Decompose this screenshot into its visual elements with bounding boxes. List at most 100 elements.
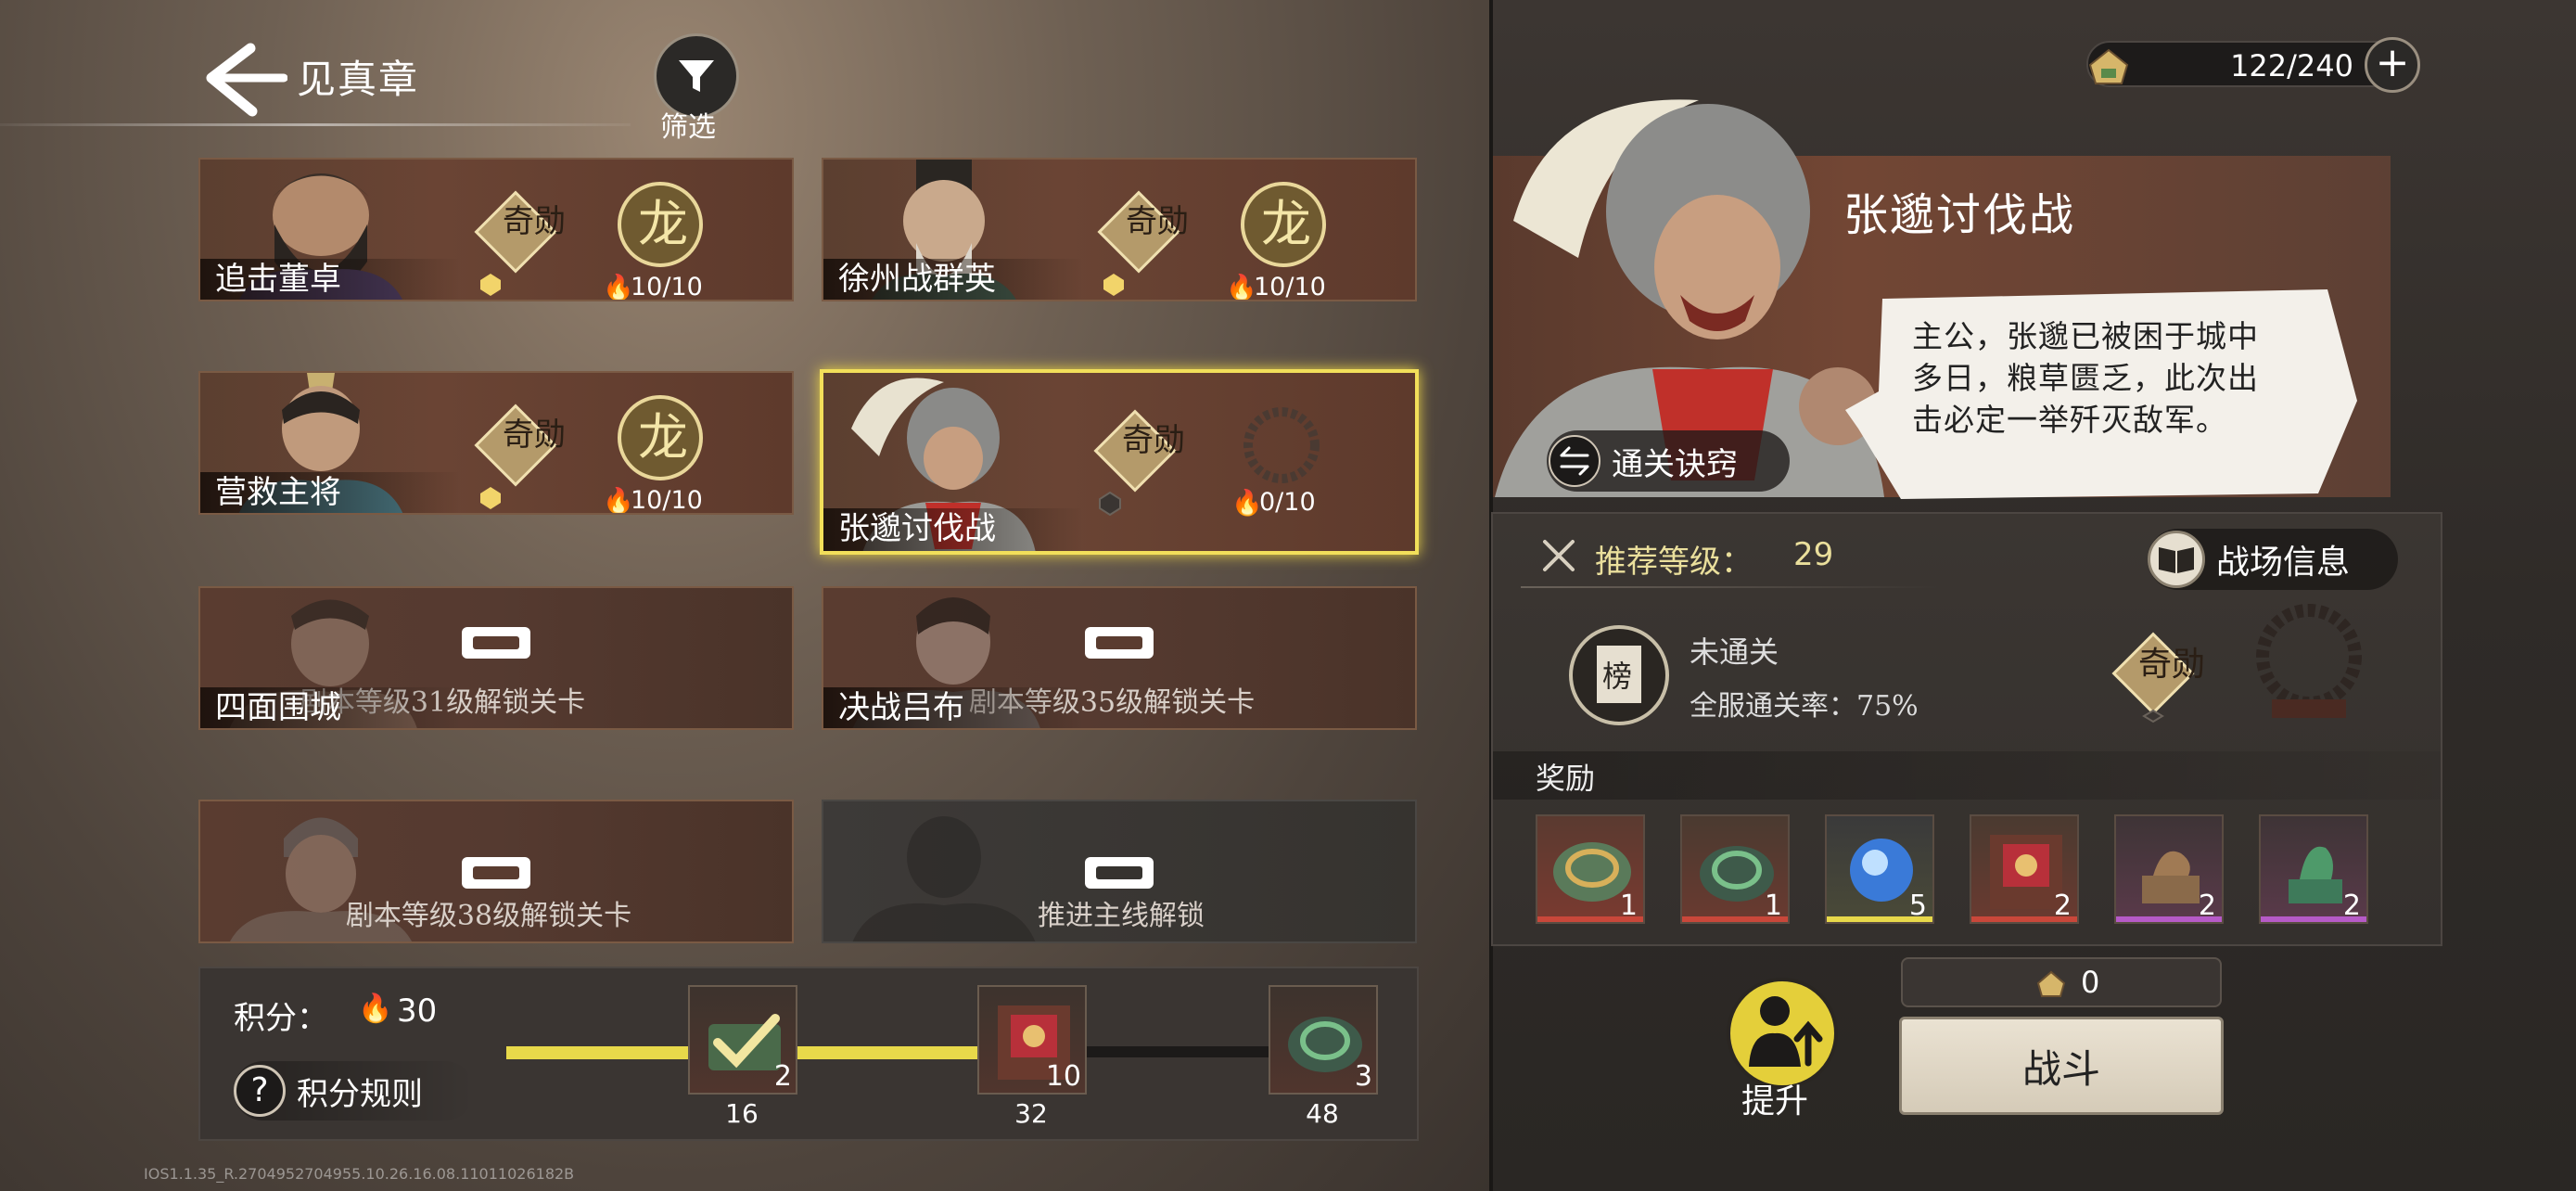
fire-progress: 10/10	[631, 273, 703, 301]
reward-item-6[interactable]: 2	[2259, 814, 2368, 924]
score-label: 积分：	[234, 1000, 328, 1037]
stage-card-1[interactable]: 奇勋 龙 🔥 10/10 追击董卓	[198, 158, 794, 301]
fire-icon: 🔥	[1226, 274, 1257, 301]
battle-cost: 0	[1901, 957, 2222, 1007]
reward-count: 2	[773, 1060, 792, 1093]
svg-text:奇勋: 奇勋	[503, 416, 564, 454]
milestone-reward-3[interactable]: 3	[1269, 985, 1378, 1095]
qi-xun-badge: 奇勋	[2111, 632, 2203, 724]
lock-icon	[1085, 857, 1154, 889]
stage-name: 徐州战群英	[823, 259, 1083, 300]
speech-text: 主公，张邈已被困于城中多日，粮草匮乏，此次出击必定一举歼灭敌军。	[1912, 318, 2259, 438]
stage-name: 营救主将	[200, 472, 460, 513]
unlock-requirement: 推进主线解锁	[1038, 900, 1205, 932]
stage-name: 追击董卓	[200, 259, 460, 300]
milestone-points: 16	[725, 1098, 759, 1129]
dragon-rank-badge: 龙	[618, 182, 703, 267]
lock-icon	[462, 627, 530, 659]
reward-count: 3	[1354, 1060, 1372, 1093]
gem-slot-icon	[1099, 492, 1121, 516]
ranking-icon: 榜	[1602, 659, 1632, 694]
lock-icon	[462, 857, 530, 889]
empty-wreath-icon	[1243, 407, 1320, 483]
stage-name: 四面围城	[200, 687, 460, 728]
reward-item-4[interactable]: 2	[1970, 814, 2079, 924]
stage-card-6[interactable]: 剧本等级35级解锁关卡 决战吕布	[822, 586, 1417, 730]
rarity-bar	[2261, 916, 2366, 922]
reward-item-3[interactable]: 5	[1825, 814, 1934, 924]
qi-xun-badge: 奇勋	[474, 403, 564, 487]
stamina-bar: 122/240 +	[2086, 37, 2420, 93]
reward-item-2[interactable]: 1	[1680, 814, 1790, 924]
dragon-rank-badge: 龙	[618, 395, 703, 480]
stage-card-2[interactable]: 奇勋 龙 🔥 10/10 徐州战群英	[822, 158, 1417, 301]
stage-card-5[interactable]: 剧本等级31级解锁关卡 四面围城	[198, 586, 794, 730]
cost-value: 0	[2081, 965, 2100, 1000]
score-rules-button[interactable]: ? 积分规则	[234, 1061, 475, 1121]
qi-xun-badge: 奇勋	[1093, 409, 1183, 493]
svg-text:奇勋: 奇勋	[503, 203, 564, 240]
build-info: IOS1.1.35_R.2704952704955.10.26.16.08.11…	[144, 1165, 575, 1183]
divider	[1521, 586, 1938, 588]
crossed-swords-icon	[1543, 540, 1575, 571]
add-stamina-button[interactable]: +	[2365, 37, 2420, 93]
fire-icon: 🔥	[603, 274, 634, 301]
stage-name: 张邈讨伐战	[823, 508, 1083, 551]
clear-tips-button[interactable]: 通关诀窍	[1547, 430, 1790, 492]
back-button[interactable]	[195, 35, 306, 128]
funnel-icon	[679, 60, 714, 92]
fire-progress: 0/10	[1259, 488, 1316, 517]
rewards-label: 奖励	[1536, 761, 1596, 796]
stamina-value: 122/240	[2230, 48, 2353, 83]
upgrade-label: 提升	[1741, 1082, 1809, 1121]
book-icon	[2148, 531, 2205, 588]
clear-status: 未通关	[1690, 634, 1779, 670]
svg-text:奇勋: 奇勋	[1126, 203, 1187, 240]
empty-wreath-icon	[2256, 604, 2362, 718]
fire-progress: 10/10	[1254, 273, 1326, 301]
gem-icon	[480, 274, 501, 296]
swap-arrows-icon	[1549, 435, 1600, 487]
svg-text:龙: 龙	[1261, 195, 1311, 253]
unlock-requirement: 剧本等级38级解锁关卡	[345, 900, 632, 932]
svg-text:奇勋: 奇勋	[1122, 422, 1183, 459]
reward-item-5[interactable]: 2	[2114, 814, 2224, 924]
qi-xun-badge: 奇勋	[474, 190, 564, 274]
milestone-reward-2[interactable]: 10	[977, 985, 1087, 1095]
chapter-title: 见真章	[297, 57, 420, 102]
rarity-bar	[2116, 916, 2222, 922]
stage-card-8[interactable]: 推进主线解锁	[822, 800, 1417, 943]
gem-icon	[1103, 274, 1124, 296]
back-arrow-icon	[206, 43, 288, 117]
fire-icon: 🔥	[1231, 489, 1263, 518]
battle-button[interactable]: 战斗	[1899, 1017, 2224, 1115]
rarity-bar	[1971, 916, 2077, 922]
question-icon: ?	[234, 1065, 286, 1117]
svg-text:奇勋: 奇勋	[2138, 646, 2203, 684]
reward-count: 10	[1045, 1060, 1081, 1093]
battlefield-info-button[interactable]: 战场信息	[2148, 529, 2398, 590]
clear-tips-label: 通关诀窍	[1612, 445, 1738, 483]
qi-xun-badge: 奇勋	[1097, 190, 1187, 274]
milestone-reward-1[interactable]: 2	[688, 985, 797, 1095]
fire-progress: 10/10	[631, 486, 703, 515]
battlefield-info-label: 战场信息	[2216, 544, 2351, 582]
grain-sack-icon	[2036, 970, 2066, 997]
dragon-rank-badge: 龙	[1241, 182, 1326, 267]
score-rules-label: 积分规则	[297, 1075, 423, 1113]
stage-card-7[interactable]: 剧本等级38级解锁关卡	[198, 800, 794, 943]
grain-sack-icon	[2088, 48, 2129, 84]
milestone-points: 32	[1014, 1098, 1048, 1129]
stage-card-4[interactable]: 奇勋 🔥 0/10 张邈讨伐战	[820, 369, 1419, 555]
stage-title: 张邈讨伐战	[1843, 189, 2076, 241]
score-panel: 积分： 🔥 30 ? 积分规则 2 10 3 16 32 48	[198, 967, 1419, 1141]
milestone-points: 48	[1306, 1098, 1339, 1129]
ranking-button[interactable]: 榜	[1567, 623, 1671, 727]
stage-card-3[interactable]: 奇勋 龙 🔥 10/10 营救主将	[198, 371, 794, 515]
recommended-level-label: 推荐等级：	[1595, 544, 1753, 581]
stage-name: 决战吕布	[823, 687, 1083, 728]
svg-text:龙: 龙	[638, 408, 688, 467]
filter-label: 筛选	[660, 111, 716, 144]
reward-item-1[interactable]: 1	[1536, 814, 1645, 924]
rarity-bar	[1827, 916, 1932, 922]
